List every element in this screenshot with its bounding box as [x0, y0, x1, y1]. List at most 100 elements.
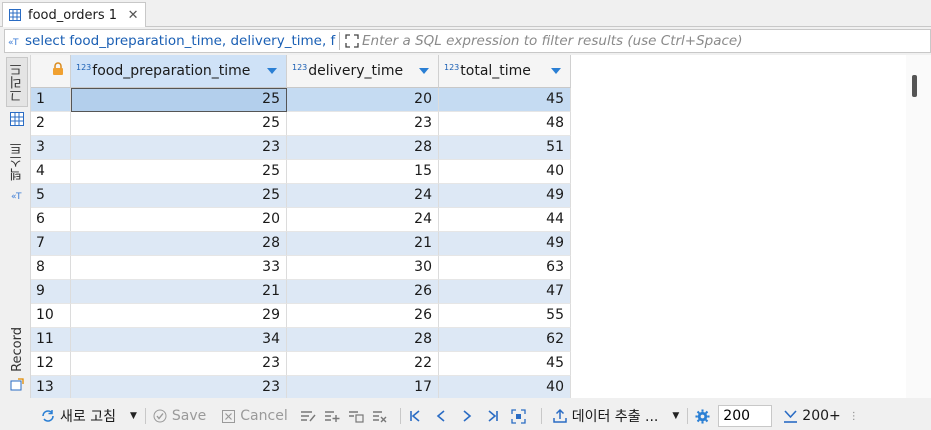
refresh-button[interactable]: 새로 고침	[40, 406, 116, 426]
record-view-button[interactable]: Record	[6, 323, 28, 375]
first-page-button[interactable]	[407, 408, 427, 424]
refresh-dropdown[interactable]: ▼	[122, 411, 137, 421]
close-icon[interactable]: ✕	[126, 8, 140, 23]
table-cell[interactable]: 40	[439, 376, 571, 398]
sort-arrow-icon[interactable]	[551, 68, 561, 74]
table-cell[interactable]: 23	[287, 112, 439, 136]
table-row[interactable]: 11 34 28 62	[31, 328, 571, 352]
row-number[interactable]: 8	[31, 256, 71, 280]
table-row[interactable]: 9 21 26 47	[31, 280, 571, 304]
export-data-button[interactable]: 데이터 추출 ...	[552, 406, 658, 426]
table-row[interactable]: 13 23 17 40	[31, 376, 571, 398]
fetch-all-button[interactable]	[511, 408, 531, 424]
table-cell[interactable]: 26	[287, 280, 439, 304]
row-number[interactable]: 7	[31, 232, 71, 256]
add-row-button[interactable]	[324, 408, 344, 424]
table-cell[interactable]: 49	[439, 232, 571, 256]
table-row[interactable]: 10 29 26 55	[31, 304, 571, 328]
grid-view-button[interactable]: 그리드	[6, 57, 28, 107]
settings-button[interactable]	[694, 408, 714, 424]
table-cell[interactable]: 28	[71, 232, 287, 256]
table-cell[interactable]: 20	[287, 88, 439, 112]
sql-query-icon[interactable]: «T	[5, 35, 25, 47]
table-cell[interactable]: 15	[287, 160, 439, 184]
table-cell[interactable]: 49	[439, 184, 571, 208]
table-cell[interactable]: 20	[71, 208, 287, 232]
table-cell[interactable]: 45	[439, 352, 571, 376]
query-text[interactable]: select food_preparation_time, delivery_t…	[25, 33, 337, 49]
table-cell[interactable]: 47	[439, 280, 571, 304]
edit-row-button[interactable]	[300, 408, 320, 424]
table-cell[interactable]: 21	[71, 280, 287, 304]
vertical-scrollbar[interactable]	[906, 55, 931, 398]
row-number[interactable]: 9	[31, 280, 71, 304]
cancel-button[interactable]: Cancel	[220, 408, 288, 424]
text-view-button[interactable]: 텍스트	[6, 135, 28, 187]
table-cell[interactable]: 25	[71, 184, 287, 208]
table-row[interactable]: 12 23 22 45	[31, 352, 571, 376]
table-row[interactable]: 7 28 21 49	[31, 232, 571, 256]
filter-input[interactable]	[362, 33, 922, 49]
toolbar-more-dots[interactable]: ⋮	[849, 411, 859, 422]
record-icon[interactable]	[6, 377, 28, 393]
row-number[interactable]: 6	[31, 208, 71, 232]
table-cell[interactable]: 48	[439, 112, 571, 136]
results-grid[interactable]: 123 food_preparation_time 123 delivery_t…	[30, 55, 906, 398]
delete-row-button[interactable]	[372, 408, 392, 424]
table-cell[interactable]: 28	[287, 328, 439, 352]
save-button[interactable]: Save	[152, 408, 206, 424]
table-row[interactable]: 8 33 30 63	[31, 256, 571, 280]
table-cell[interactable]: 22	[287, 352, 439, 376]
copy-row-button[interactable]	[348, 408, 368, 424]
sort-arrow-icon[interactable]	[419, 68, 429, 74]
table-cell[interactable]: 17	[287, 376, 439, 398]
table-row[interactable]: 6 20 24 44	[31, 208, 571, 232]
fetch-more-button[interactable]: 200+	[782, 408, 841, 424]
table-cell[interactable]: 25	[71, 160, 287, 184]
table-cell[interactable]: 51	[439, 136, 571, 160]
row-number[interactable]: 4	[31, 160, 71, 184]
row-number[interactable]: 10	[31, 304, 71, 328]
export-dropdown[interactable]: ▼	[664, 411, 679, 421]
table-cell[interactable]: 34	[71, 328, 287, 352]
table-cell[interactable]: 28	[287, 136, 439, 160]
column-header-delivery-time[interactable]: 123 delivery_time	[287, 55, 439, 88]
fetch-size-input[interactable]	[718, 405, 773, 427]
table-cell[interactable]: 45	[439, 88, 571, 112]
table-cell[interactable]: 63	[439, 256, 571, 280]
table-cell[interactable]: 25	[71, 112, 287, 136]
table-cell[interactable]: 44	[439, 208, 571, 232]
row-number[interactable]: 2	[31, 112, 71, 136]
previous-page-button[interactable]	[433, 408, 453, 424]
table-cell[interactable]: 25	[71, 88, 287, 112]
row-number[interactable]: 12	[31, 352, 71, 376]
table-row[interactable]: 1 25 20 45	[31, 88, 571, 112]
table-cell[interactable]: 23	[71, 376, 287, 398]
table-row[interactable]: 4 25 15 40	[31, 160, 571, 184]
table-cell[interactable]: 55	[439, 304, 571, 328]
column-header-total-time[interactable]: 123 total_time	[439, 55, 571, 88]
table-cell[interactable]: 23	[71, 352, 287, 376]
table-cell[interactable]: 24	[287, 208, 439, 232]
table-cell[interactable]: 33	[71, 256, 287, 280]
table-cell[interactable]: 26	[287, 304, 439, 328]
grid-icon[interactable]	[6, 109, 28, 129]
expand-filter-icon[interactable]	[342, 34, 362, 48]
table-row[interactable]: 5 25 24 49	[31, 184, 571, 208]
scrollbar-thumb[interactable]	[912, 75, 917, 97]
sort-arrow-icon[interactable]	[267, 68, 277, 74]
row-number[interactable]: 3	[31, 136, 71, 160]
row-number[interactable]: 11	[31, 328, 71, 352]
table-cell[interactable]: 29	[71, 304, 287, 328]
tab-food-orders[interactable]: food_orders 1 ✕	[2, 2, 146, 27]
table-cell[interactable]: 23	[71, 136, 287, 160]
text-mode-icon[interactable]: «T	[6, 187, 28, 203]
table-cell[interactable]: 30	[287, 256, 439, 280]
table-cell[interactable]: 62	[439, 328, 571, 352]
table-row[interactable]: 3 23 28 51	[31, 136, 571, 160]
grid-corner[interactable]	[31, 55, 71, 88]
next-page-button[interactable]	[459, 408, 479, 424]
table-cell[interactable]: 40	[439, 160, 571, 184]
row-number[interactable]: 5	[31, 184, 71, 208]
table-cell[interactable]: 24	[287, 184, 439, 208]
